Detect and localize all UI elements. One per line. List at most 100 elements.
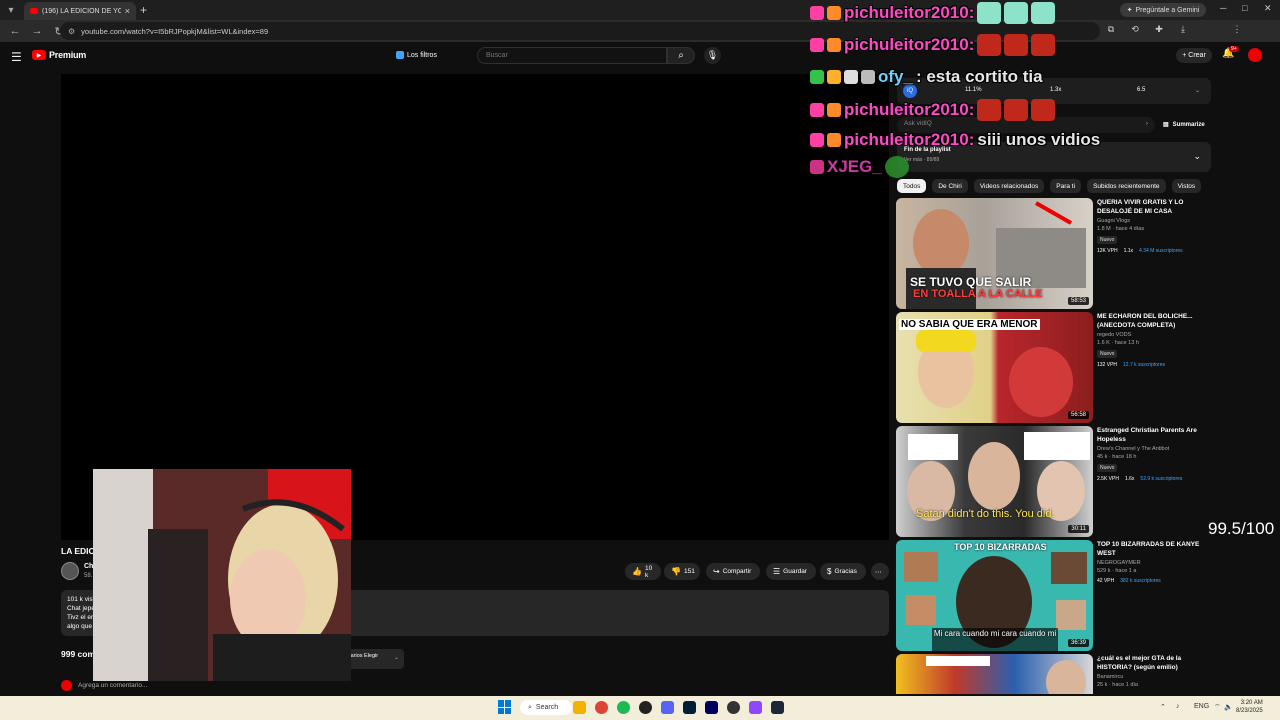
channel-name[interactable]: Ch — [84, 563, 93, 570]
recommendation-title[interactable]: TOP 10 BIZARRADAS DE KANYE WEST — [1097, 541, 1211, 558]
minimize-icon[interactable]: ─ — [1220, 3, 1226, 13]
thumbnail-image — [926, 656, 1086, 694]
close-window-icon[interactable]: ✕ — [1264, 3, 1272, 14]
emote-icon — [1004, 2, 1029, 24]
youtube-logo[interactable]: ▶ Premium — [32, 50, 86, 60]
recommendation-channel[interactable]: Guagni Vlogs — [1097, 218, 1211, 224]
close-tab-icon[interactable]: × — [125, 6, 130, 16]
menu-dots-icon[interactable]: ⋮ — [1231, 24, 1243, 35]
account-avatar[interactable] — [1248, 48, 1262, 62]
recommendation-title[interactable]: ¿cuál es el mejor GTA de la HISTORIA? (s… — [1097, 655, 1211, 672]
recommendation-title[interactable]: QUERIA VIVIR GRATIS Y LO DESALOJÉ DE MI … — [1097, 199, 1211, 216]
video-duration: 36:39 — [1067, 639, 1089, 647]
site-info-icon[interactable]: ⚙ — [68, 27, 75, 36]
chip-vistos[interactable]: Vistos — [1171, 179, 1202, 193]
recommendation-item[interactable]: NO SABIA QUE ERA MENOR 56:58 ME ECHARON … — [896, 312, 1216, 426]
filters-button[interactable]: Los filtros — [396, 51, 437, 59]
file-explorer-icon[interactable] — [573, 701, 586, 714]
like-button[interactable]: 👍 10 k — [625, 563, 661, 580]
network-icon[interactable]: ⌔ — [1214, 703, 1221, 712]
volume-icon[interactable]: 🔈 — [1224, 703, 1233, 711]
chip-videos-relacionados[interactable]: Videos relacionados — [973, 179, 1045, 193]
browser-tab[interactable]: (196) LA EDICION DE YOUTUBE × — [24, 2, 136, 20]
start-button-icon[interactable] — [498, 700, 512, 714]
chevron-down-icon[interactable]: ⌄ — [1193, 151, 1201, 162]
tray-app-icon[interactable]: ♪ — [1176, 703, 1180, 710]
summarize-label: Summarize — [1172, 121, 1205, 128]
chip-para-ti[interactable]: Para ti — [1050, 179, 1082, 193]
video-thumbnail[interactable]: Satan didn't do this. You did. 30:11 — [896, 426, 1093, 537]
recommendation-channel[interactable]: Banamircu — [1097, 674, 1211, 680]
taskbar-search[interactable]: ⌕ Search — [520, 700, 572, 715]
recommendation-item[interactable]: Satan didn't do this. You did. 30:11 Est… — [896, 426, 1216, 540]
search-input[interactable]: Buscar — [477, 47, 667, 64]
share-button[interactable]: ↪ Compartir — [706, 563, 760, 580]
maximize-icon[interactable]: □ — [1242, 3, 1247, 13]
chip-subidos-recientemente[interactable]: Subidos recientemente — [1087, 179, 1166, 193]
tab-list-chevron-icon[interactable]: ▾ — [3, 2, 19, 18]
premiere-icon[interactable] — [705, 701, 718, 714]
back-icon[interactable]: ← — [8, 25, 22, 37]
save-button[interactable]: ☰ Guardar — [766, 563, 816, 580]
video-thumbnail[interactable] — [896, 654, 1093, 694]
chevron-down-icon[interactable]: ⌄ — [1195, 87, 1200, 94]
recommendation-title[interactable]: Estranged Christian Parents Are Hopeless — [1097, 427, 1211, 444]
app-icon[interactable] — [727, 701, 740, 714]
thumbnail-caption: Mi cara cuando mi cara cuando mi — [932, 628, 1058, 651]
add-comment-input[interactable]: Agrega un comentario... — [78, 682, 147, 689]
tray-chevron-icon[interactable]: ⌃ — [1160, 703, 1166, 711]
save-label: Guardar — [783, 568, 808, 575]
recommendation-channel[interactable]: Drew's Channel y The Antibot — [1097, 446, 1211, 452]
recommendation-item[interactable]: ¿cuál es el mejor GTA de la HISTORIA? (s… — [896, 654, 1216, 694]
twitch-icon[interactable] — [749, 701, 762, 714]
gemini-button[interactable]: ✦ Pregúntale a Gemini — [1120, 3, 1206, 17]
summarize-icon: ▤ — [1163, 122, 1169, 128]
dislike-button[interactable]: 👎 151 — [664, 563, 700, 580]
app-icon[interactable] — [639, 701, 652, 714]
chat-badge-icon — [844, 70, 858, 84]
thanks-button[interactable]: $ Gracias — [820, 563, 866, 580]
chat-badge-icon — [810, 6, 824, 20]
vidiq-video-stats: 12K VPH 1.1x 4.34 M suscriptores — [1097, 248, 1211, 254]
steam-icon[interactable] — [771, 701, 784, 714]
thanks-icon: $ — [827, 567, 832, 576]
spotify-icon[interactable] — [617, 701, 630, 714]
forward-icon[interactable]: → — [30, 25, 44, 37]
chip-todos[interactable]: Todos — [897, 179, 927, 193]
create-button[interactable]: + Crear — [1176, 48, 1212, 63]
photoshop-icon[interactable] — [683, 701, 696, 714]
puzzle-icon[interactable]: ✚ — [1153, 24, 1165, 35]
more-dots-icon: ⋯ — [875, 568, 882, 576]
more-actions-button[interactable]: ⋯ — [871, 563, 889, 580]
recommendation-item[interactable]: SE TUVO QUE SALIR EN TOALLA A LA CALLE 5… — [896, 198, 1216, 312]
channel-subscribers: 58. — [84, 573, 93, 579]
like-count: 10 k — [644, 564, 653, 579]
thumbnail-caption: Satan didn't do this. You did. — [916, 508, 1055, 520]
subscribers-stat: 12.7 k suscriptores — [1123, 362, 1165, 368]
send-arrow-icon[interactable]: › — [1146, 120, 1148, 127]
chrome-icon[interactable] — [595, 701, 608, 714]
voice-search-button[interactable]: 🎙 — [704, 47, 721, 64]
recommendations-list: SE TUVO QUE SALIR EN TOALLA A LA CALLE 5… — [896, 198, 1216, 694]
emote-icon — [884, 156, 909, 178]
hamburger-menu-icon[interactable]: ☰ — [11, 50, 22, 64]
system-clock[interactable]: 3:20 AM 8/23/2025 — [1236, 699, 1263, 715]
recommendation-item[interactable]: TOP 10 BIZARRADAS Mi cara cuando mi cara… — [896, 540, 1216, 654]
discord-icon[interactable] — [661, 701, 674, 714]
recommendation-channel[interactable]: regedo VODS — [1097, 332, 1211, 338]
recommendation-title[interactable]: ME ECHARON DEL BOLICHE... (ANECDOTA COMP… — [1097, 313, 1211, 330]
new-tab-icon[interactable]: + — [140, 3, 147, 17]
chip-de-chiri[interactable]: De Chiri — [932, 179, 968, 193]
multiplier-stat: 1.6x — [1124, 476, 1135, 482]
add-comment-row[interactable]: Agrega un comentario... — [61, 680, 147, 691]
search-button[interactable]: ⌕ — [667, 47, 695, 64]
recommendation-channel[interactable]: NEGROGAYMER — [1097, 560, 1211, 566]
summarize-button[interactable]: ▤ Summarize — [1163, 121, 1205, 129]
history-icon[interactable]: ⟲ — [1129, 24, 1141, 35]
downloads-icon[interactable]: ⤓ — [1177, 24, 1189, 35]
language-indicator[interactable]: ENG — [1194, 703, 1209, 710]
video-thumbnail[interactable]: NO SABIA QUE ERA MENOR 56:58 — [896, 312, 1093, 423]
video-thumbnail[interactable]: SE TUVO QUE SALIR EN TOALLA A LA CALLE 5… — [896, 198, 1093, 309]
channel-avatar[interactable] — [61, 562, 79, 580]
video-thumbnail[interactable]: TOP 10 BIZARRADAS Mi cara cuando mi cara… — [896, 540, 1093, 651]
